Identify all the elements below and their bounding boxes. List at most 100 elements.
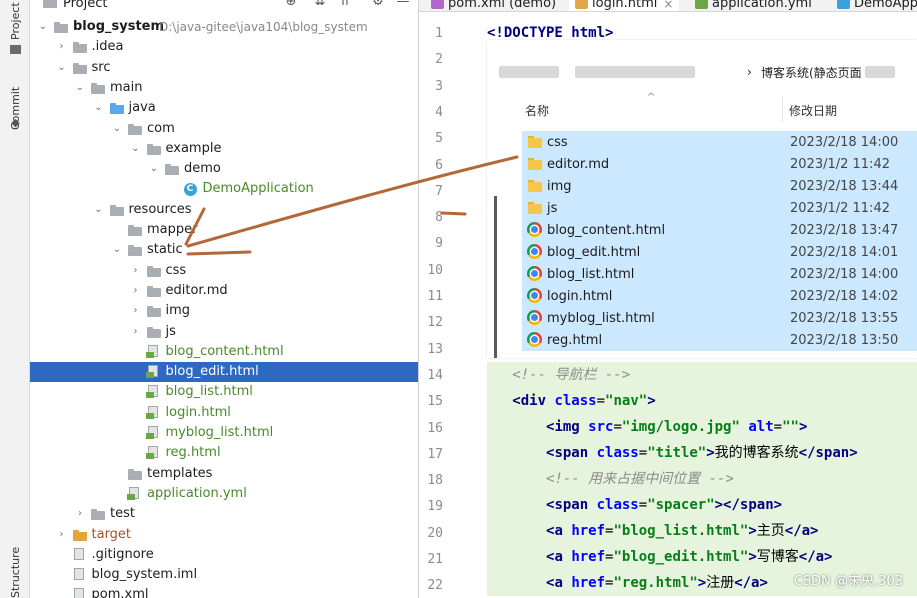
chevron-right-icon[interactable]: › xyxy=(131,285,141,296)
chevron-right-icon[interactable]: › xyxy=(75,509,85,519)
file-explorer-overlay: › 博客系统(静态页面 名称 ^ 修改日期 css 2023/2/18 14:00… xyxy=(487,40,917,358)
tree-item[interactable]: application.yml xyxy=(30,484,418,504)
tree-item[interactable]: › css xyxy=(30,261,418,281)
tree-item-label: example xyxy=(165,140,222,156)
tree-item-label: com xyxy=(147,120,175,136)
chrome-icon xyxy=(527,266,542,281)
editor-tab[interactable]: login.html × xyxy=(569,0,680,11)
file-name: editor.md xyxy=(547,156,610,172)
tree-item[interactable]: › js xyxy=(30,322,418,342)
chevron-down-icon[interactable]: ⌄ xyxy=(112,123,122,134)
explorer-file-row[interactable]: blog_edit.html 2023/2/18 14:01 xyxy=(522,241,917,263)
locate-icon[interactable]: ⊕ xyxy=(284,0,298,9)
tree-item[interactable]: › editor.md xyxy=(30,281,418,301)
tree-item[interactable]: › .idea xyxy=(30,37,418,57)
tree-item[interactable]: ⌄ blog_system D:\java-gitee\java104\blog_s… xyxy=(30,17,418,37)
tree-item[interactable]: › test xyxy=(30,504,418,524)
tree-item[interactable]: blog_edit.html xyxy=(30,362,418,383)
chevron-right-icon[interactable]: › xyxy=(57,529,67,540)
tree-item-label: login.html xyxy=(165,404,231,420)
tree-item[interactable]: ⌄ static xyxy=(30,240,418,260)
tree-item[interactable]: › img xyxy=(30,301,418,321)
close-icon[interactable]: × xyxy=(663,0,673,11)
structure-tool-button[interactable]: Structure xyxy=(9,540,22,598)
chevron-down-icon[interactable]: ⌄ xyxy=(131,143,141,154)
editor-tab[interactable]: DemoAppli xyxy=(831,0,917,11)
breadcrumb-current[interactable]: 博客系统(静态页面 xyxy=(761,64,862,81)
explorer-file-row[interactable]: js 2023/1/2 11:42 xyxy=(522,197,917,219)
html-file-icon xyxy=(145,405,159,420)
explorer-file-row[interactable]: editor.md 2023/1/2 11:42 xyxy=(522,153,917,175)
chevron-down-icon[interactable]: ⌄ xyxy=(149,164,159,174)
tree-item[interactable]: login.html xyxy=(30,403,418,423)
tree-item[interactable]: myblog_list.html xyxy=(30,423,418,443)
folder-icon xyxy=(128,225,142,236)
line-number: 8 xyxy=(435,210,443,226)
tree-item[interactable]: ⌄ example xyxy=(30,139,418,159)
tree-item[interactable]: ⌄ resources xyxy=(30,200,418,220)
project-tool-button[interactable]: Project xyxy=(9,0,22,40)
breadcrumb-separator: › xyxy=(747,65,752,79)
chevron-down-icon[interactable]: ⌄ xyxy=(94,204,104,215)
chrome-icon xyxy=(527,288,542,303)
tree-item[interactable]: .gitignore xyxy=(30,545,418,565)
file-name: blog_content.html xyxy=(547,222,666,238)
expand-all-icon[interactable]: ⇊ xyxy=(313,0,327,9)
folder-icon xyxy=(91,82,105,94)
tree-item[interactable]: › target xyxy=(30,525,418,545)
chevron-down-icon[interactable]: ⌄ xyxy=(94,103,104,113)
hide-icon[interactable]: — xyxy=(396,0,410,9)
chevron-down-icon[interactable]: ⌄ xyxy=(38,22,48,32)
line-number: 18 xyxy=(427,473,443,489)
tree-item[interactable]: ⌄ com xyxy=(30,119,418,139)
chevron-right-icon[interactable]: › xyxy=(57,42,67,52)
explorer-file-row[interactable]: blog_list.html 2023/2/18 14:00 xyxy=(522,263,917,285)
tree-item[interactable]: C DemoApplication xyxy=(30,179,418,199)
blurred-path xyxy=(499,66,559,78)
line-number: 6 xyxy=(435,157,443,173)
explorer-file-row[interactable]: blog_content.html 2023/2/18 13:47 xyxy=(522,219,917,241)
folder-icon xyxy=(128,123,142,135)
tree-item[interactable]: pom.xml xyxy=(30,585,418,598)
chrome-icon xyxy=(527,222,542,237)
explorer-file-row[interactable]: reg.html 2023/2/18 13:50 xyxy=(522,329,917,351)
chevron-right-icon[interactable]: › xyxy=(131,265,141,276)
folder-icon xyxy=(528,202,542,214)
yaml-file-icon xyxy=(127,486,140,501)
tree-item-label: src xyxy=(91,59,111,75)
explorer-file-row[interactable]: myblog_list.html 2023/2/18 13:55 xyxy=(522,307,917,329)
line-number: 13 xyxy=(427,341,443,357)
tree-item[interactable]: templates xyxy=(30,464,418,484)
chevron-down-icon[interactable]: ⌄ xyxy=(57,62,67,73)
explorer-file-row[interactable]: login.html 2023/2/18 14:02 xyxy=(522,285,917,307)
explorer-file-row[interactable]: img 2023/2/18 13:44 xyxy=(522,175,917,197)
file-name: login.html xyxy=(547,288,613,304)
tree-item[interactable]: blog_content.html xyxy=(30,342,418,362)
chevron-right-icon[interactable]: › xyxy=(131,306,141,316)
collapse-all-icon[interactable]: ⇈ xyxy=(338,0,352,9)
tree-item[interactable]: reg.html xyxy=(30,443,418,463)
tree-item[interactable]: ⌄ java xyxy=(30,98,418,118)
column-header-date[interactable]: 修改日期 xyxy=(789,102,837,119)
tree-item[interactable]: blog_list.html xyxy=(30,382,418,402)
tree-item[interactable]: mapper xyxy=(30,220,418,240)
tree-item[interactable]: ⌄ src xyxy=(30,58,418,78)
gear-icon[interactable]: ⚙ xyxy=(371,0,385,9)
column-header-name[interactable]: 名称 xyxy=(525,102,549,119)
chevron-down-icon[interactable]: ⌄ xyxy=(112,245,122,255)
line-number: 11 xyxy=(427,289,443,304)
explorer-address-bar[interactable]: › 博客系统(静态页面 xyxy=(487,58,917,86)
tree-item[interactable]: ⌄ main xyxy=(30,78,418,98)
editor-tab[interactable]: application.yml xyxy=(689,0,818,11)
chevron-right-icon[interactable]: › xyxy=(131,326,141,337)
explorer-file-row[interactable]: css 2023/2/18 14:00 xyxy=(522,131,917,153)
tree-item-label: mapper xyxy=(147,222,198,237)
tree-item[interactable]: ⌄ demo xyxy=(30,159,418,179)
chevron-down-icon[interactable]: ⌄ xyxy=(75,82,85,93)
file-type-icon xyxy=(575,0,588,9)
editor-tab[interactable]: pom.xml (demo) xyxy=(425,0,562,11)
vertical-scrollbar[interactable] xyxy=(494,196,497,358)
column-divider xyxy=(782,96,783,122)
tree-item-label: blog_system xyxy=(73,19,165,34)
tree-item[interactable]: blog_system.iml xyxy=(30,565,418,585)
